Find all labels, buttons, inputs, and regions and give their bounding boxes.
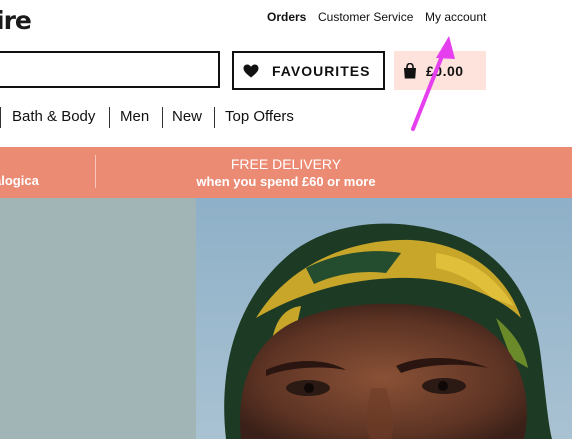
promo-left-text[interactable]: alogica bbox=[0, 173, 39, 188]
orders-link[interactable]: Orders bbox=[267, 10, 306, 24]
favourites-label: FAVOURITES bbox=[272, 62, 371, 79]
basket-button[interactable]: £0.00 bbox=[394, 51, 486, 90]
search-input[interactable] bbox=[0, 53, 222, 88]
nav-separator bbox=[214, 107, 215, 128]
heart-icon bbox=[243, 64, 259, 77]
hero-side-panel bbox=[0, 198, 196, 439]
basket-total: £0.00 bbox=[426, 62, 464, 79]
search-box[interactable] bbox=[0, 51, 222, 88]
nav-item-top-offers[interactable]: Top Offers bbox=[225, 108, 294, 125]
hero-image[interactable] bbox=[196, 198, 572, 439]
nav-item-bath-body[interactable]: Bath & Body bbox=[12, 108, 95, 125]
promo-banner: alogica FREE DELIVERY when you spend £60… bbox=[0, 147, 572, 198]
favourites-button[interactable]: FAVOURITES bbox=[232, 51, 385, 90]
nav-separator bbox=[162, 107, 163, 128]
shopping-bag-icon bbox=[404, 62, 416, 78]
nav-separator bbox=[0, 107, 1, 128]
customer-service-link[interactable]: Customer Service bbox=[318, 10, 413, 24]
nav-separator bbox=[109, 107, 110, 128]
free-delivery-title[interactable]: FREE DELIVERY bbox=[96, 156, 476, 172]
free-delivery-subtitle: when you spend £60 or more bbox=[196, 174, 376, 189]
my-account-link[interactable]: My account bbox=[425, 10, 486, 24]
nav-item-men[interactable]: Men bbox=[120, 108, 149, 125]
top-links: Orders Customer Service My account bbox=[0, 10, 572, 26]
nav-item-new[interactable]: New bbox=[172, 108, 202, 125]
